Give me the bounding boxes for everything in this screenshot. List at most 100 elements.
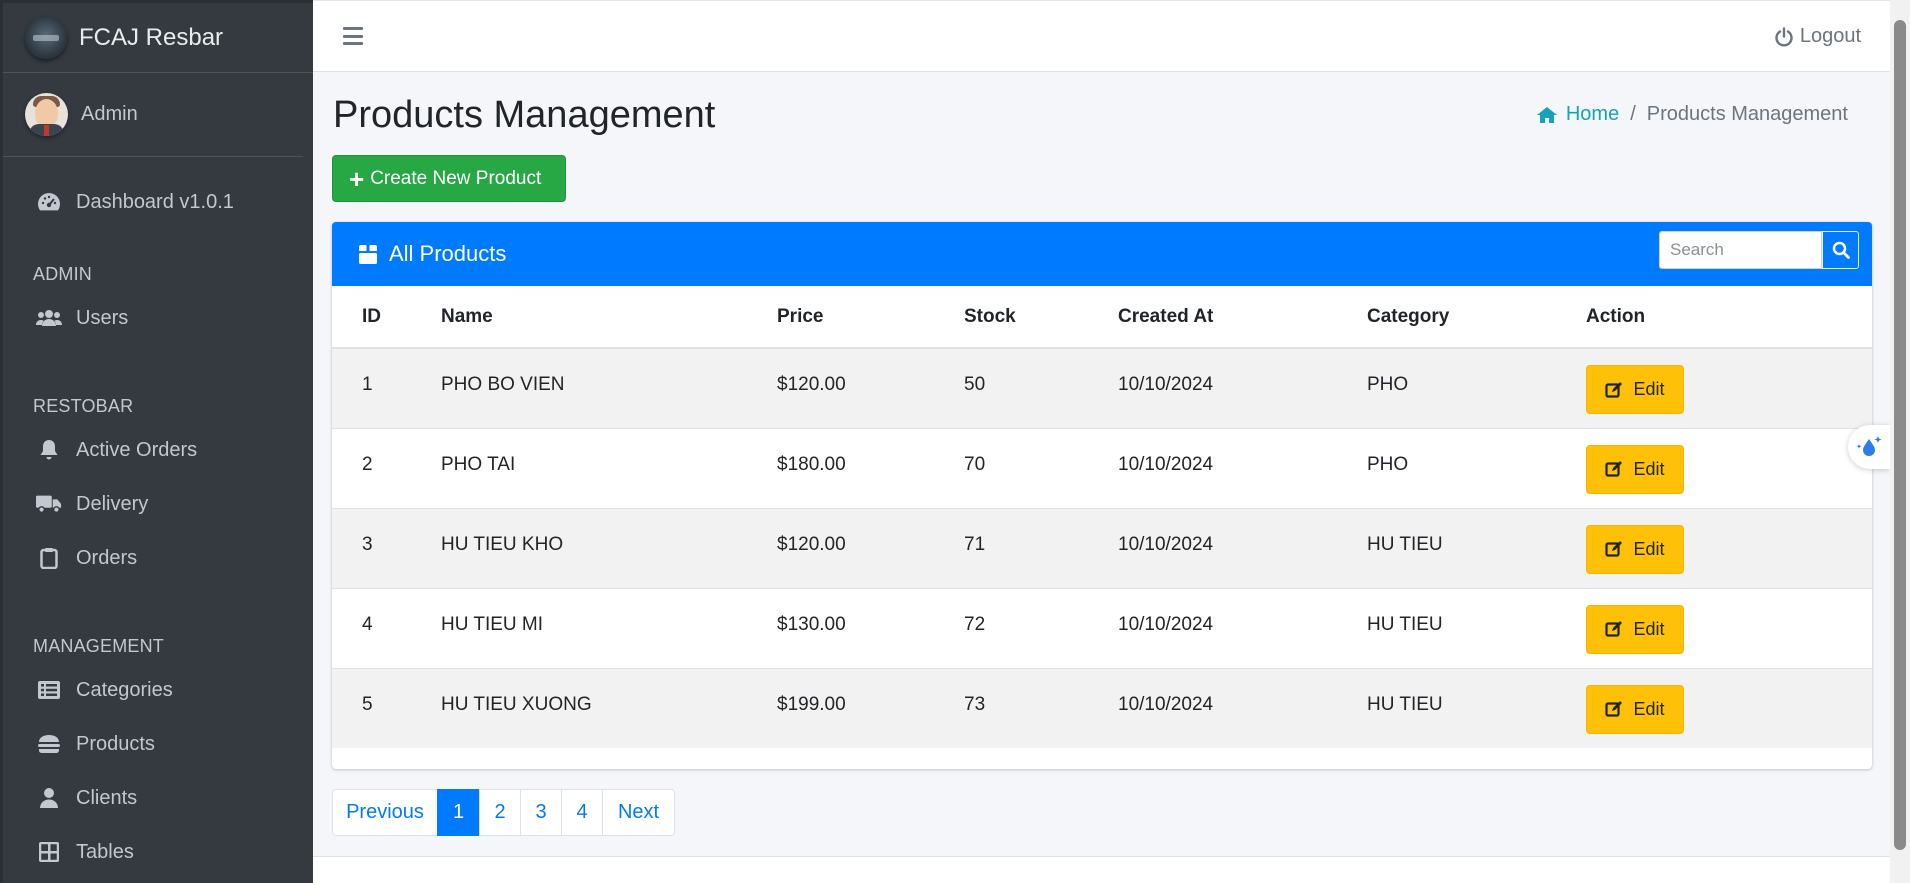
- cell-stock: 73: [964, 667, 1118, 748]
- card-title: All Products: [389, 241, 507, 266]
- cell-created-at: 10/10/2024: [1118, 427, 1367, 508]
- breadcrumb-current: Products Management: [1646, 103, 1848, 125]
- pagination-page-3[interactable]: 3: [520, 789, 562, 836]
- sidebar-item-label: Clients: [76, 786, 138, 809]
- cell-action: Edit: [1586, 667, 1872, 748]
- sidebar-item-clients[interactable]: Clients: [3, 771, 313, 825]
- table-row: 1 PHO BO VIEN $120.00 50 10/10/2024 PHO …: [332, 347, 1872, 428]
- sidebar-item-label: Delivery: [76, 492, 149, 515]
- brand-link[interactable]: FCAJ Resbar: [3, 3, 313, 73]
- edit-button[interactable]: Edit: [1586, 604, 1684, 654]
- search-button[interactable]: [1822, 231, 1859, 269]
- column-header-category[interactable]: Category: [1367, 286, 1586, 349]
- cell-id: 3: [332, 507, 441, 588]
- breadcrumb-home-label: Home: [1565, 103, 1620, 125]
- cell-stock: 72: [964, 587, 1118, 668]
- sidebar-item-orders[interactable]: Orders: [3, 531, 313, 585]
- cell-price: $199.00: [777, 667, 964, 748]
- sidebar-item-label: Active Orders: [76, 438, 198, 461]
- edit-icon: [1605, 461, 1623, 477]
- column-header-stock[interactable]: Stock: [964, 286, 1118, 349]
- user-icon: [36, 787, 62, 809]
- floating-widget-button[interactable]: [1848, 425, 1890, 469]
- sidebar-item-label: Orders: [76, 546, 138, 569]
- edit-icon: [1605, 541, 1623, 557]
- edit-button[interactable]: Edit: [1586, 524, 1684, 574]
- edit-label: Edit: [1633, 618, 1665, 639]
- logout-button[interactable]: Logout: [1774, 25, 1861, 48]
- sidebar-item-categories[interactable]: Categories: [3, 663, 313, 717]
- vertical-scrollbar[interactable]: [1890, 0, 1910, 883]
- edit-icon: [1605, 381, 1623, 398]
- topbar: Logout: [313, 0, 1890, 72]
- nav-header-admin: ADMIN: [33, 264, 92, 284]
- cell-price: $180.00: [777, 427, 964, 508]
- pagination-page-4[interactable]: 4: [561, 789, 603, 836]
- sidebar-item-label: Products: [76, 732, 155, 755]
- nav-header-management: MANAGEMENT: [33, 636, 165, 656]
- sidebar-item-tables[interactable]: Tables: [3, 825, 313, 879]
- column-header-action: Action: [1586, 286, 1872, 349]
- search-input[interactable]: [1659, 231, 1822, 269]
- cell-created-at: 10/10/2024: [1118, 347, 1367, 428]
- grid-icon: [36, 841, 62, 863]
- cell-action: Edit: [1586, 507, 1872, 588]
- user-panel[interactable]: Admin: [3, 73, 303, 157]
- sidebar-item-dashboard[interactable]: Dashboard v1.0.1: [3, 175, 313, 229]
- table-row: 4 HU TIEU MI $130.00 72 10/10/2024 HU TI…: [332, 587, 1872, 668]
- edit-label: Edit: [1633, 698, 1665, 719]
- pagination-page-2[interactable]: 2: [479, 789, 521, 836]
- cell-name: PHO TAI: [441, 427, 777, 508]
- burger-icon: [36, 733, 62, 755]
- cell-id: 4: [332, 587, 441, 668]
- sidebar-item-label: Users: [76, 306, 129, 329]
- sidebar-item-products[interactable]: Products: [3, 717, 313, 771]
- edit-button[interactable]: Edit: [1586, 444, 1684, 494]
- clipboard-icon: [36, 547, 62, 569]
- column-header-name[interactable]: Name: [441, 286, 777, 349]
- cell-name: HU TIEU XUONG: [441, 667, 777, 748]
- search-group: [1659, 231, 1859, 269]
- search-icon: [1832, 241, 1850, 259]
- pagination-next[interactable]: Next: [602, 789, 675, 836]
- cell-id: 2: [332, 427, 441, 508]
- pagination-previous[interactable]: Previous: [332, 789, 438, 836]
- user-name: Admin: [81, 103, 138, 125]
- cell-category: PHO: [1367, 427, 1586, 508]
- truck-icon: [36, 493, 62, 515]
- pagination: Previous 1 2 3 4 Next: [332, 789, 675, 836]
- page-title: Products Management: [333, 94, 716, 136]
- cell-action: Edit: [1586, 587, 1872, 668]
- cell-name: PHO BO VIEN: [441, 347, 777, 428]
- edit-button[interactable]: Edit: [1586, 684, 1684, 734]
- table-row: 2 PHO TAI $180.00 70 10/10/2024 PHO Edit: [332, 427, 1872, 508]
- breadcrumb-home-link[interactable]: Home: [1536, 103, 1619, 126]
- edit-button[interactable]: Edit: [1586, 365, 1684, 414]
- avatar: [25, 93, 68, 136]
- menu-toggle-icon[interactable]: [343, 27, 363, 45]
- bell-icon: [36, 439, 62, 461]
- sidebar-item-active-orders[interactable]: Active Orders: [3, 423, 313, 477]
- pagination-page-1[interactable]: 1: [437, 789, 480, 836]
- breadcrumb-separator: /: [1630, 103, 1636, 125]
- cell-stock: 71: [964, 507, 1118, 588]
- sidebar-item-label: Dashboard v1.0.1: [76, 190, 234, 213]
- plus-icon: +: [349, 163, 365, 194]
- cell-stock: 70: [964, 427, 1118, 508]
- cell-category: HU TIEU: [1367, 507, 1586, 588]
- sidebar-item-users[interactable]: Users: [3, 291, 313, 345]
- cell-price: $120.00: [777, 507, 964, 588]
- column-header-created-at[interactable]: Created At: [1118, 286, 1367, 349]
- sidebar-item-delivery[interactable]: Delivery: [3, 477, 313, 531]
- cell-name: HU TIEU MI: [441, 587, 777, 668]
- create-product-button[interactable]: + Create New Product: [332, 155, 566, 202]
- cell-action: Edit: [1586, 427, 1872, 508]
- column-header-price[interactable]: Price: [777, 286, 964, 349]
- list-icon: [36, 679, 62, 701]
- cell-category: HU TIEU: [1367, 587, 1586, 668]
- sidebar-nav: Dashboard v1.0.1 ADMIN Users RESTOBAR Ac…: [3, 157, 313, 879]
- edit-label: Edit: [1633, 538, 1665, 559]
- column-header-id[interactable]: ID: [332, 286, 441, 349]
- scrollbar-thumb[interactable]: [1894, 20, 1906, 850]
- edit-icon: [1605, 701, 1623, 717]
